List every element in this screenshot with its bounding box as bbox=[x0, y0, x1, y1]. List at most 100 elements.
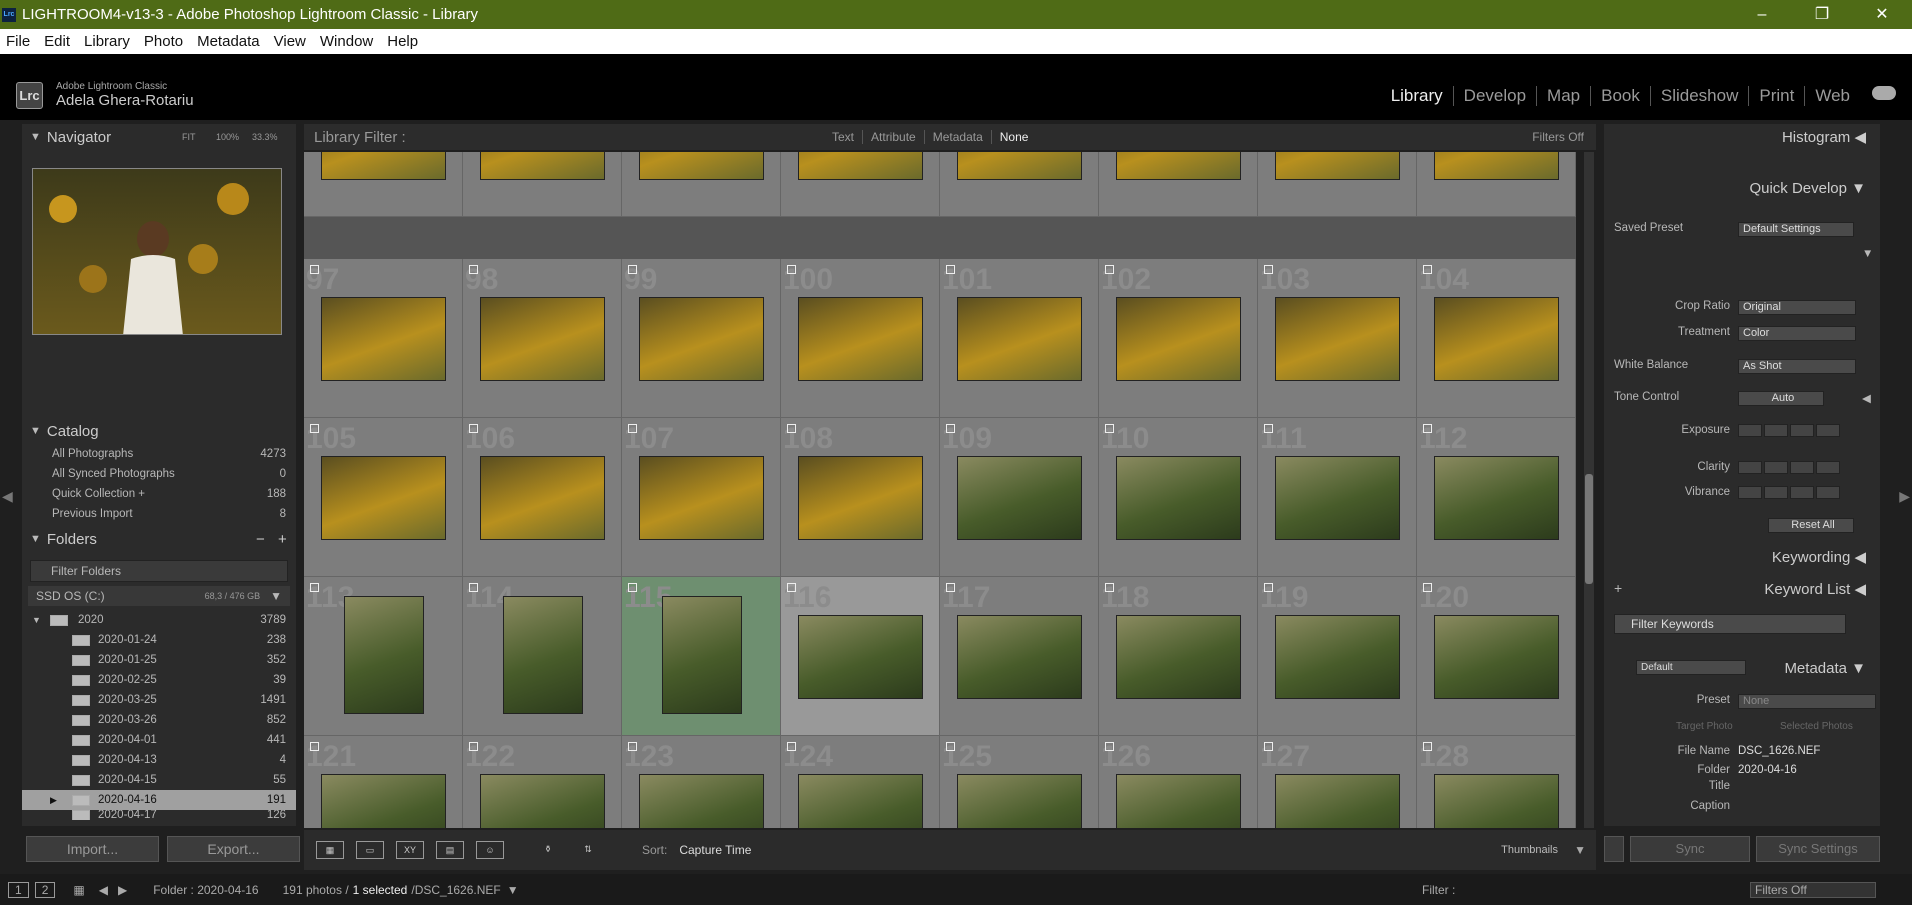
thumbnail-image[interactable] bbox=[798, 297, 923, 381]
thumbnail-cell[interactable]: 128 bbox=[1417, 736, 1576, 828]
metadata-view-dropdown[interactable]: Default bbox=[1636, 660, 1746, 675]
menu-view[interactable]: View bbox=[268, 33, 314, 50]
add-keyword-icon[interactable]: + bbox=[1614, 580, 1622, 596]
menu-metadata[interactable]: Metadata bbox=[191, 33, 268, 50]
target-photo-button[interactable]: Target Photo bbox=[1676, 721, 1733, 732]
thumbnail-image[interactable] bbox=[639, 456, 764, 540]
folder-item[interactable]: 2020-04-17 126 bbox=[22, 810, 296, 820]
flag-icon[interactable] bbox=[787, 742, 796, 751]
tone-expand-icon[interactable]: ◀ bbox=[1862, 391, 1871, 405]
flag-icon[interactable] bbox=[628, 742, 637, 751]
flag-icon[interactable] bbox=[787, 424, 796, 433]
thumbnail-image[interactable] bbox=[1275, 152, 1400, 180]
flag-icon[interactable] bbox=[1105, 265, 1114, 274]
folders-header[interactable]: ▼ Folders − + bbox=[22, 526, 296, 552]
crop-ratio-dropdown[interactable]: Original bbox=[1738, 300, 1856, 315]
flag-icon[interactable] bbox=[787, 265, 796, 274]
thumbnail-cell[interactable]: 105 bbox=[304, 418, 463, 577]
thumbnail-cell[interactable]: 109 bbox=[940, 418, 1099, 577]
clarity-minus[interactable] bbox=[1764, 461, 1788, 474]
clarity-plus-more[interactable] bbox=[1816, 461, 1840, 474]
folder-item[interactable]: 2020-02-25 39 bbox=[22, 670, 296, 690]
menu-photo[interactable]: Photo bbox=[138, 33, 191, 50]
flag-icon[interactable] bbox=[946, 265, 955, 274]
people-view-icon[interactable]: ☺ bbox=[476, 841, 504, 859]
thumbnail-image[interactable] bbox=[798, 774, 923, 828]
thumbnail-image[interactable] bbox=[321, 456, 446, 540]
grid-icon[interactable]: ▦ bbox=[73, 883, 84, 897]
module-print[interactable]: Print bbox=[1748, 86, 1804, 106]
folder-item[interactable]: 2020-03-25 1491 bbox=[22, 690, 296, 710]
metadata-preset-dropdown[interactable]: None bbox=[1738, 694, 1876, 709]
thumbnail-image[interactable] bbox=[957, 456, 1082, 540]
module-slideshow[interactable]: Slideshow bbox=[1649, 86, 1749, 106]
flag-icon[interactable] bbox=[1264, 424, 1273, 433]
thumbnail-image[interactable] bbox=[321, 774, 446, 828]
thumbnail-image[interactable] bbox=[1434, 615, 1559, 699]
close-button[interactable]: ✕ bbox=[1852, 0, 1912, 29]
thumbnail-image[interactable] bbox=[1434, 152, 1559, 180]
flag-icon[interactable] bbox=[1423, 742, 1432, 751]
flag-icon[interactable] bbox=[469, 424, 478, 433]
source-folder[interactable]: Folder : 2020-04-16 bbox=[153, 883, 258, 897]
thumbnail-cell[interactable]: 99 bbox=[622, 259, 781, 418]
clarity-plus[interactable] bbox=[1790, 461, 1814, 474]
folder-year[interactable]: ▼ 2020 3789 bbox=[22, 610, 296, 630]
flag-icon[interactable] bbox=[628, 265, 637, 274]
thumbnail-cell[interactable]: 101 bbox=[940, 259, 1099, 418]
menu-edit[interactable]: Edit bbox=[38, 33, 78, 50]
menu-library[interactable]: Library bbox=[78, 33, 138, 50]
selected-file[interactable]: /DSC_1626.NEF bbox=[411, 883, 500, 897]
thumbnail-cell[interactable]: 107 bbox=[622, 418, 781, 577]
thumbnail-image[interactable] bbox=[639, 774, 764, 828]
thumbnail-cell[interactable]: 97 bbox=[304, 259, 463, 418]
cloud-icon[interactable] bbox=[1872, 86, 1896, 100]
thumbnail-cell[interactable] bbox=[1417, 152, 1576, 217]
vibrance-plus[interactable] bbox=[1790, 486, 1814, 499]
thumbnail-cell[interactable]: 100 bbox=[781, 259, 940, 418]
thumbnail-image[interactable] bbox=[1434, 297, 1559, 381]
thumbnail-cell[interactable]: 120 bbox=[1417, 577, 1576, 736]
filter-tab-metadata[interactable]: Metadata bbox=[923, 130, 991, 144]
window-1-button[interactable]: 1 bbox=[8, 881, 29, 898]
thumbnail-cell[interactable]: 119 bbox=[1258, 577, 1417, 736]
catalog-item[interactable]: All Photographs 4273 bbox=[22, 444, 296, 464]
thumbnail-image[interactable] bbox=[503, 596, 583, 714]
thumbnail-image[interactable] bbox=[798, 615, 923, 699]
thumbnail-image[interactable] bbox=[1116, 152, 1241, 180]
thumbnail-cell[interactable] bbox=[1099, 152, 1258, 217]
thumbnail-cell[interactable] bbox=[622, 152, 781, 217]
thumbnail-image[interactable] bbox=[1116, 456, 1241, 540]
catalog-item[interactable]: Previous Import 8 bbox=[22, 504, 296, 524]
module-map[interactable]: Map bbox=[1536, 86, 1590, 106]
navigator-header[interactable]: ▼ Navigator FIT 100% 33.3% bbox=[22, 124, 296, 150]
flag-icon[interactable] bbox=[946, 742, 955, 751]
thumbnail-cell[interactable]: 127 bbox=[1258, 736, 1417, 828]
white-balance-dropdown[interactable]: As Shot bbox=[1738, 359, 1856, 374]
thumbnail-image[interactable] bbox=[1275, 297, 1400, 381]
thumbnail-cell[interactable]: 124 bbox=[781, 736, 940, 828]
zoom-fit[interactable]: FIT bbox=[182, 132, 196, 142]
histogram-header[interactable]: Histogram ◀ bbox=[1782, 128, 1866, 146]
restore-button[interactable]: ❐ bbox=[1792, 0, 1852, 29]
thumbnail-image[interactable] bbox=[321, 152, 446, 180]
quick-develop-header[interactable]: Quick Develop ▼ bbox=[1749, 180, 1866, 197]
scroll-thumb[interactable] bbox=[1585, 474, 1593, 584]
sort-direction-icon[interactable]: ⇅ bbox=[574, 841, 602, 859]
thumbnail-image[interactable] bbox=[957, 774, 1082, 828]
flag-icon[interactable] bbox=[1105, 742, 1114, 751]
thumbnail-cell[interactable]: 102 bbox=[1099, 259, 1258, 418]
loupe-view-icon[interactable]: ▭ bbox=[356, 841, 384, 859]
remove-folder-icon[interactable]: − bbox=[256, 531, 265, 548]
thumbnail-cell[interactable]: 125 bbox=[940, 736, 1099, 828]
menu-file[interactable]: File bbox=[0, 33, 38, 50]
exposure-minus[interactable] bbox=[1764, 424, 1788, 437]
thumbnail-image[interactable] bbox=[480, 774, 605, 828]
thumbnail-image[interactable] bbox=[1275, 774, 1400, 828]
grid-view-icon[interactable]: ▦ bbox=[316, 841, 344, 859]
folder-item[interactable]: 2020-01-25 352 bbox=[22, 650, 296, 670]
folder-item[interactable]: 2020-04-13 4 bbox=[22, 750, 296, 770]
folder-item[interactable]: 2020-04-15 55 bbox=[22, 770, 296, 790]
thumbnail-image[interactable] bbox=[480, 456, 605, 540]
filters-off-dropdown[interactable]: Filters Off bbox=[1532, 130, 1584, 144]
